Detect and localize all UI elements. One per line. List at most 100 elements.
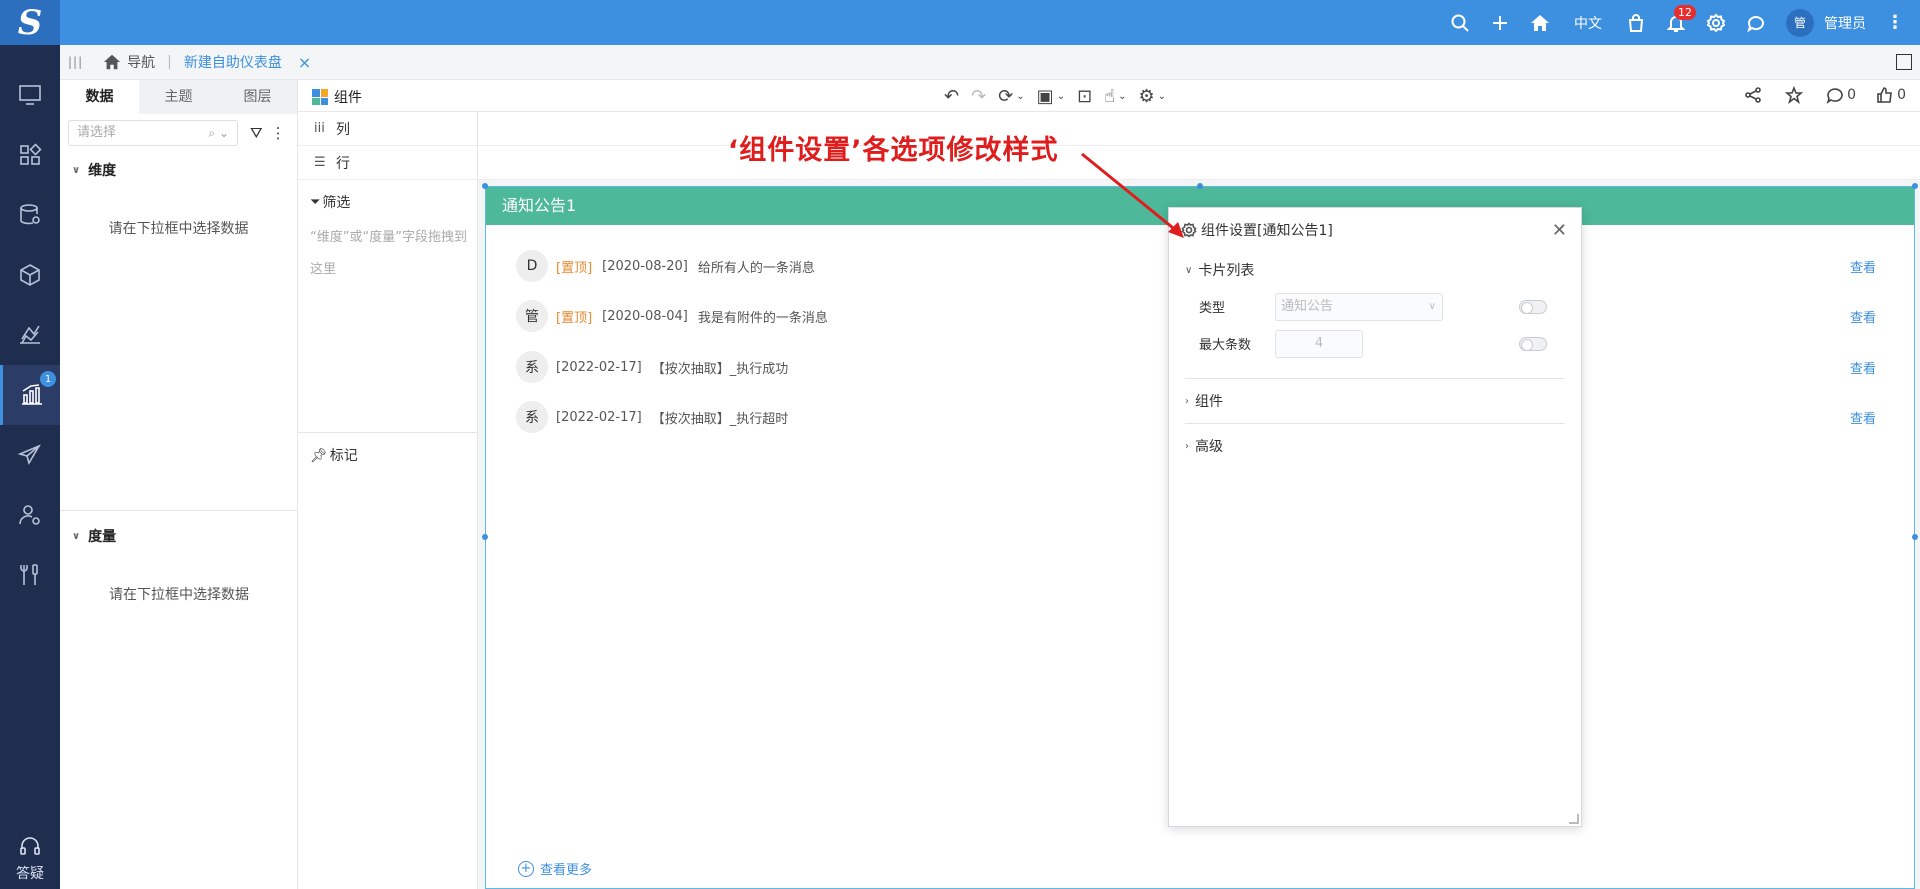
maximize-icon[interactable] <box>1896 54 1912 70</box>
language-switch[interactable]: 中文 <box>1574 13 1602 33</box>
tab-layer[interactable]: 图层 <box>218 80 297 114</box>
filter-header: ⏷ 筛选 <box>310 192 350 212</box>
like-button[interactable]: 0 <box>1876 86 1906 104</box>
type-select[interactable]: 通知公告 ∨ <box>1275 292 1443 321</box>
nav-database[interactable] <box>0 185 60 245</box>
nav-apps[interactable] <box>0 125 60 185</box>
close-tab-icon[interactable]: × <box>298 53 311 72</box>
dialog-header: 组件设置[通知公告1] ✕ <box>1169 208 1581 252</box>
avatar: 系 <box>516 351 548 383</box>
data-panel: 数据 主题 图层 请选择 ⌕ ⌄ ⛛ ⋮ ∨ 维度 请在下拉框中选择数据 ∨ 度量 请… <box>60 80 298 889</box>
user-avatar[interactable]: 管 <box>1786 8 1814 37</box>
pinned-tag: [置顶] <box>556 260 593 276</box>
columns-shelf[interactable]: iii 列 <box>298 112 1920 146</box>
advanced-group-header[interactable]: › 高级 <box>1185 424 1565 468</box>
components-button[interactable]: 组件 <box>312 87 362 107</box>
max-count-label: 最大条数 <box>1199 338 1252 353</box>
database-icon <box>20 204 40 225</box>
dimension-header[interactable]: ∨ 维度 <box>60 152 297 188</box>
hand-icon[interactable]: ☝ ⌄ <box>1104 86 1126 107</box>
headset-icon <box>20 837 40 855</box>
plus-circle-icon: + <box>518 860 534 877</box>
max-count-input[interactable]: 4 <box>1275 329 1363 358</box>
type-toggle[interactable] <box>1519 299 1547 314</box>
nav-cube[interactable] <box>0 245 60 305</box>
type-value: 通知公告 <box>1281 298 1334 314</box>
gear-icon[interactable]: ⚙ ⌄ <box>1139 86 1167 107</box>
user-name[interactable]: 管理员 <box>1824 13 1866 33</box>
resize-handle[interactable] <box>1912 183 1918 189</box>
tab-data[interactable]: 数据 <box>60 80 139 114</box>
card-list-title: 卡片列表 <box>1198 263 1255 279</box>
monitor-icon <box>19 85 41 105</box>
nav-analysis[interactable] <box>0 305 60 365</box>
bag-icon[interactable] <box>1626 13 1646 33</box>
search-chevron-icon: ⌕ ⌄ <box>208 126 229 140</box>
type-row: 类型 通知公告 ∨ <box>1185 288 1565 325</box>
breadcrumb-separator: | <box>167 54 172 70</box>
view-link[interactable]: 查看 <box>1850 307 1876 326</box>
divider <box>298 432 478 433</box>
card-list-header[interactable]: ∨ 卡片列表 <box>1185 252 1565 288</box>
breadcrumb-home[interactable]: 导航 <box>103 52 155 72</box>
help-button[interactable]: 答疑 <box>0 835 60 883</box>
type-label: 类型 <box>1199 301 1226 316</box>
view-link[interactable]: 查看 <box>1850 408 1876 427</box>
view-link[interactable]: 查看 <box>1850 358 1876 377</box>
grip-icon[interactable]: ||| <box>68 55 83 69</box>
bell-icon[interactable]: 12 <box>1666 4 1696 33</box>
toolbar-actions: ↶ ↷ ⟳ ⌄ ▣ ⌄ ⊡ ☝ ⌄ ⚙ ⌄ <box>938 86 1172 107</box>
view-more-link[interactable]: + 查看更多 <box>518 859 592 878</box>
dialog-title: 组件设置[通知公告1] <box>1201 223 1333 239</box>
columns-icon: iii <box>314 121 325 136</box>
undo-icon[interactable]: ↶ <box>944 86 959 107</box>
filter-label: 筛选 <box>322 195 351 211</box>
chevron-right-icon: › <box>1185 440 1189 452</box>
more-vertical-icon[interactable]: ⋮ <box>1886 12 1904 33</box>
data-panel-tabs: 数据 主题 图层 <box>60 80 297 114</box>
annotation-arrow <box>1081 152 1184 238</box>
measure-header[interactable]: ∨ 度量 <box>60 518 298 554</box>
dataset-select[interactable]: 请选择 ⌕ ⌄ <box>68 120 238 146</box>
chat-icon[interactable] <box>1746 13 1766 33</box>
nav-tools[interactable] <box>0 545 60 605</box>
measure-empty-tip: 请在下拉框中选择数据 <box>109 587 249 603</box>
view-link[interactable]: 查看 <box>1850 257 1876 276</box>
close-icon[interactable]: ✕ <box>1552 220 1567 241</box>
components-label: 组件 <box>334 90 362 106</box>
notice-text: 【按次抽取】_执行成功 <box>651 361 789 377</box>
notice-date: [2022-02-17] <box>556 359 642 375</box>
resize-handle[interactable] <box>1197 183 1203 189</box>
nav-dashboard[interactable]: 1 <box>0 365 60 425</box>
more-vertical-icon[interactable]: ⋮ <box>271 124 286 142</box>
resize-handle[interactable] <box>482 534 488 540</box>
nav-monitor[interactable] <box>0 65 60 125</box>
redo-icon[interactable]: ↷ <box>971 86 986 107</box>
resize-handle[interactable] <box>482 183 488 189</box>
max-count-toggle[interactable] <box>1519 336 1547 351</box>
preview-icon[interactable]: ⊡ <box>1077 86 1092 107</box>
nav-send[interactable] <box>0 425 60 485</box>
nav-user-settings[interactable] <box>0 485 60 545</box>
filter-icon[interactable]: ⛛ <box>250 124 263 142</box>
tab-current[interactable]: 新建自助仪表盘 <box>184 52 282 72</box>
comment-button[interactable]: 0 <box>1826 86 1856 104</box>
app-logo[interactable]: S <box>0 0 60 45</box>
settings-icon[interactable] <box>1706 13 1726 33</box>
filter-drop-zone[interactable]: “维度”或“度量”字段拖拽到这里 <box>310 222 470 286</box>
share-icon[interactable] <box>1744 86 1765 104</box>
tab-theme[interactable]: 主题 <box>139 80 218 114</box>
avatar: 管 <box>1786 8 1814 37</box>
refresh-icon[interactable]: ⟳ ⌄ <box>998 86 1024 107</box>
component-group-header[interactable]: › 组件 <box>1185 379 1565 423</box>
home-icon[interactable] <box>1530 13 1550 33</box>
dialog-resize-handle[interactable] <box>1569 814 1579 824</box>
resize-handle[interactable] <box>1912 534 1918 540</box>
add-icon[interactable] <box>1490 13 1510 33</box>
search-icon[interactable] <box>1450 13 1470 33</box>
mark-label: 标记 <box>329 448 358 464</box>
like-count: 0 <box>1897 87 1906 103</box>
divider <box>60 510 298 511</box>
star-icon[interactable] <box>1785 86 1806 104</box>
save-icon[interactable]: ▣ ⌄ <box>1037 86 1065 107</box>
